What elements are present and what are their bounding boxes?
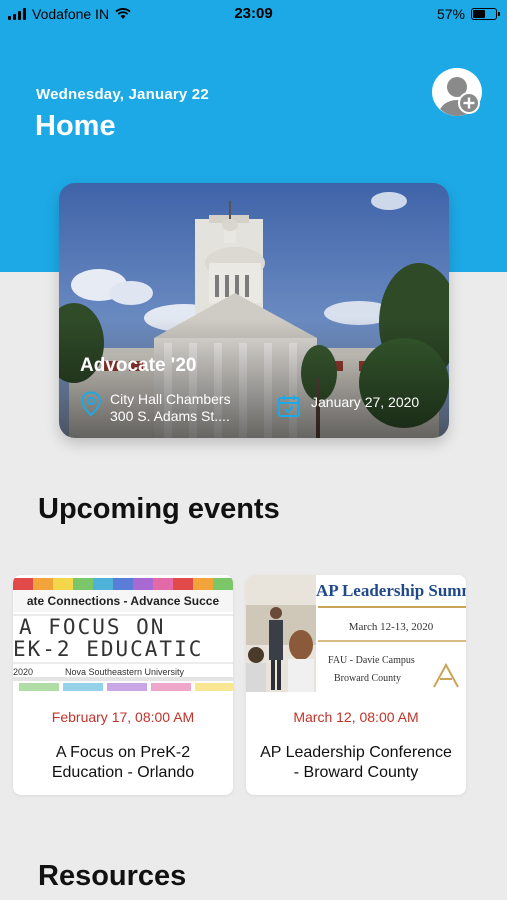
banner-summit-dates: March 12-13, 2020: [348, 621, 434, 633]
featured-event-location: City Hall Chambers 300 S. Adams St....: [80, 391, 231, 425]
featured-event-card[interactable]: Advocate '20 City Hall Chambers 300 S. A…: [59, 183, 449, 438]
banner-tagline: ate Connections - Advance Succe: [26, 594, 220, 608]
event-card[interactable]: ate Connections - Advance Succe A FOCUS …: [13, 575, 233, 795]
battery-icon: [471, 8, 500, 20]
add-profile-button[interactable]: [432, 68, 482, 116]
page-title: Home: [35, 110, 116, 142]
status-bar: Vodafone IN 23:09 57%: [0, 0, 507, 28]
location-line-1: City Hall Chambers: [110, 391, 231, 407]
current-date: Wednesday, January 22: [36, 86, 209, 103]
banner-heading-1: A FOCUS ON: [19, 615, 166, 639]
featured-date-text: January 27, 2020: [311, 394, 420, 410]
event-card[interactable]: AP Leadership Summit March 12-13, 2020 F…: [246, 575, 466, 795]
event-banner-image: ate Connections - Advance Succe A FOCUS …: [13, 575, 233, 692]
event-date: February 17, 08:00 AM: [51, 709, 195, 725]
avatar-add-icon: [433, 68, 481, 116]
featured-event-date: January 27, 2020: [277, 394, 419, 418]
banner-heading-2: EK-2 EDUCATIC: [13, 637, 204, 661]
banner-organization: Nova Southeastern University: [65, 667, 185, 677]
location-line-2: 300 S. Adams St....: [110, 408, 230, 424]
banner-venue: FAU - Davie Campus: [328, 655, 415, 666]
location-pin-icon: [80, 391, 102, 417]
banner-year: 2020: [13, 667, 34, 677]
clock: 23:09: [234, 5, 273, 22]
event-name: A Focus on PreK-2 Education - Orlando: [51, 744, 195, 781]
featured-event-title: Advocate '20: [80, 355, 197, 376]
banner-summit-title: AP Leadership Summit: [316, 581, 466, 600]
battery-percent: 57%: [436, 6, 465, 22]
calendar-icon: [278, 395, 300, 417]
resources-heading: Resources: [38, 860, 187, 892]
upcoming-events-heading: Upcoming events: [38, 493, 280, 525]
event-name: AP Leadership Conference - Broward Count…: [260, 744, 452, 781]
event-banner-image: AP Leadership Summit March 12-13, 2020 F…: [246, 575, 466, 692]
banner-county: Broward County: [334, 673, 401, 684]
event-date: March 12, 08:00 AM: [293, 709, 419, 725]
